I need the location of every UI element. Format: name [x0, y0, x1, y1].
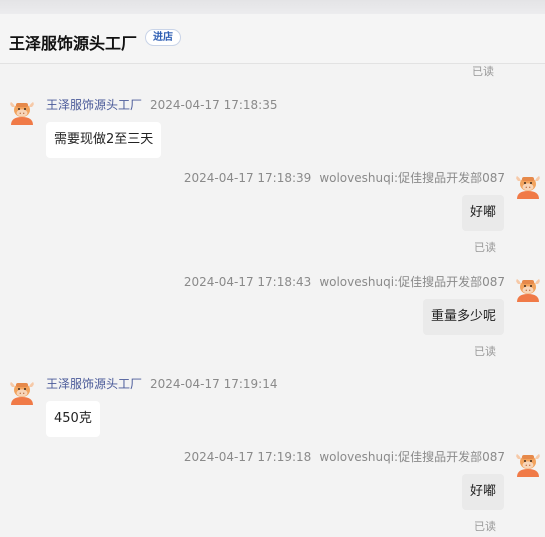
message-time: 2024-04-17 17:18:39 — [183, 171, 312, 185]
cartoon-cow-avatar-icon[interactable] — [8, 378, 36, 406]
message-meta: 2024-04-17 17:18:43 woloveshuqi:促佳搜品开发部08… — [184, 274, 505, 290]
message-time: 2024-04-17 17:19:14 — [150, 377, 278, 391]
message-bubble: 好嘟 — [461, 195, 504, 231]
window-top-strip — [0, 0, 545, 14]
message-bubble: 需要现做2至三天 — [46, 122, 162, 158]
message-meta: 2024-04-17 17:19:18 woloveshuqi:促佳搜品开发部08… — [184, 449, 505, 465]
read-status: 已读 — [472, 65, 494, 78]
sender-name: woloveshuqi:促佳搜品开发部087 — [319, 450, 505, 464]
message-meta: 王泽服饰源头工厂 2024-04-17 17:19:14 — [46, 376, 277, 392]
message-bubble: 好嘟 — [461, 474, 504, 510]
cartoon-cow-avatar-icon — [514, 172, 542, 200]
sender-name: woloveshuqi:促佳搜品开发部087 — [319, 275, 505, 289]
cartoon-cow-avatar-icon[interactable] — [8, 98, 36, 126]
sender-name[interactable]: 王泽服饰源头工厂 — [46, 377, 142, 391]
message-time: 2024-04-17 17:19:18 — [183, 450, 312, 464]
sender-name: woloveshuqi:促佳搜品开发部087 — [319, 171, 505, 185]
cartoon-cow-avatar-icon — [514, 450, 542, 478]
read-status: 已读 — [474, 520, 496, 533]
message-meta: 王泽服饰源头工厂 2024-04-17 17:18:35 — [46, 97, 277, 113]
enter-shop-button[interactable]: 进店 — [145, 29, 181, 46]
read-status: 已读 — [474, 241, 496, 254]
read-status: 已读 — [474, 345, 496, 358]
message-meta: 2024-04-17 17:18:39 woloveshuqi:促佳搜品开发部08… — [184, 170, 505, 186]
message-bubble: 450克 — [46, 401, 100, 437]
message-time: 2024-04-17 17:18:35 — [150, 98, 278, 112]
message-bubble: 重量多少呢 — [422, 299, 504, 335]
shop-name[interactable]: 王泽服饰源头工厂 — [9, 30, 137, 54]
message-time: 2024-04-17 17:18:43 — [183, 275, 312, 289]
sender-name[interactable]: 王泽服饰源头工厂 — [46, 98, 142, 112]
chat-header: 王泽服饰源头工厂 进店 — [0, 14, 545, 64]
cartoon-cow-avatar-icon — [514, 275, 542, 303]
